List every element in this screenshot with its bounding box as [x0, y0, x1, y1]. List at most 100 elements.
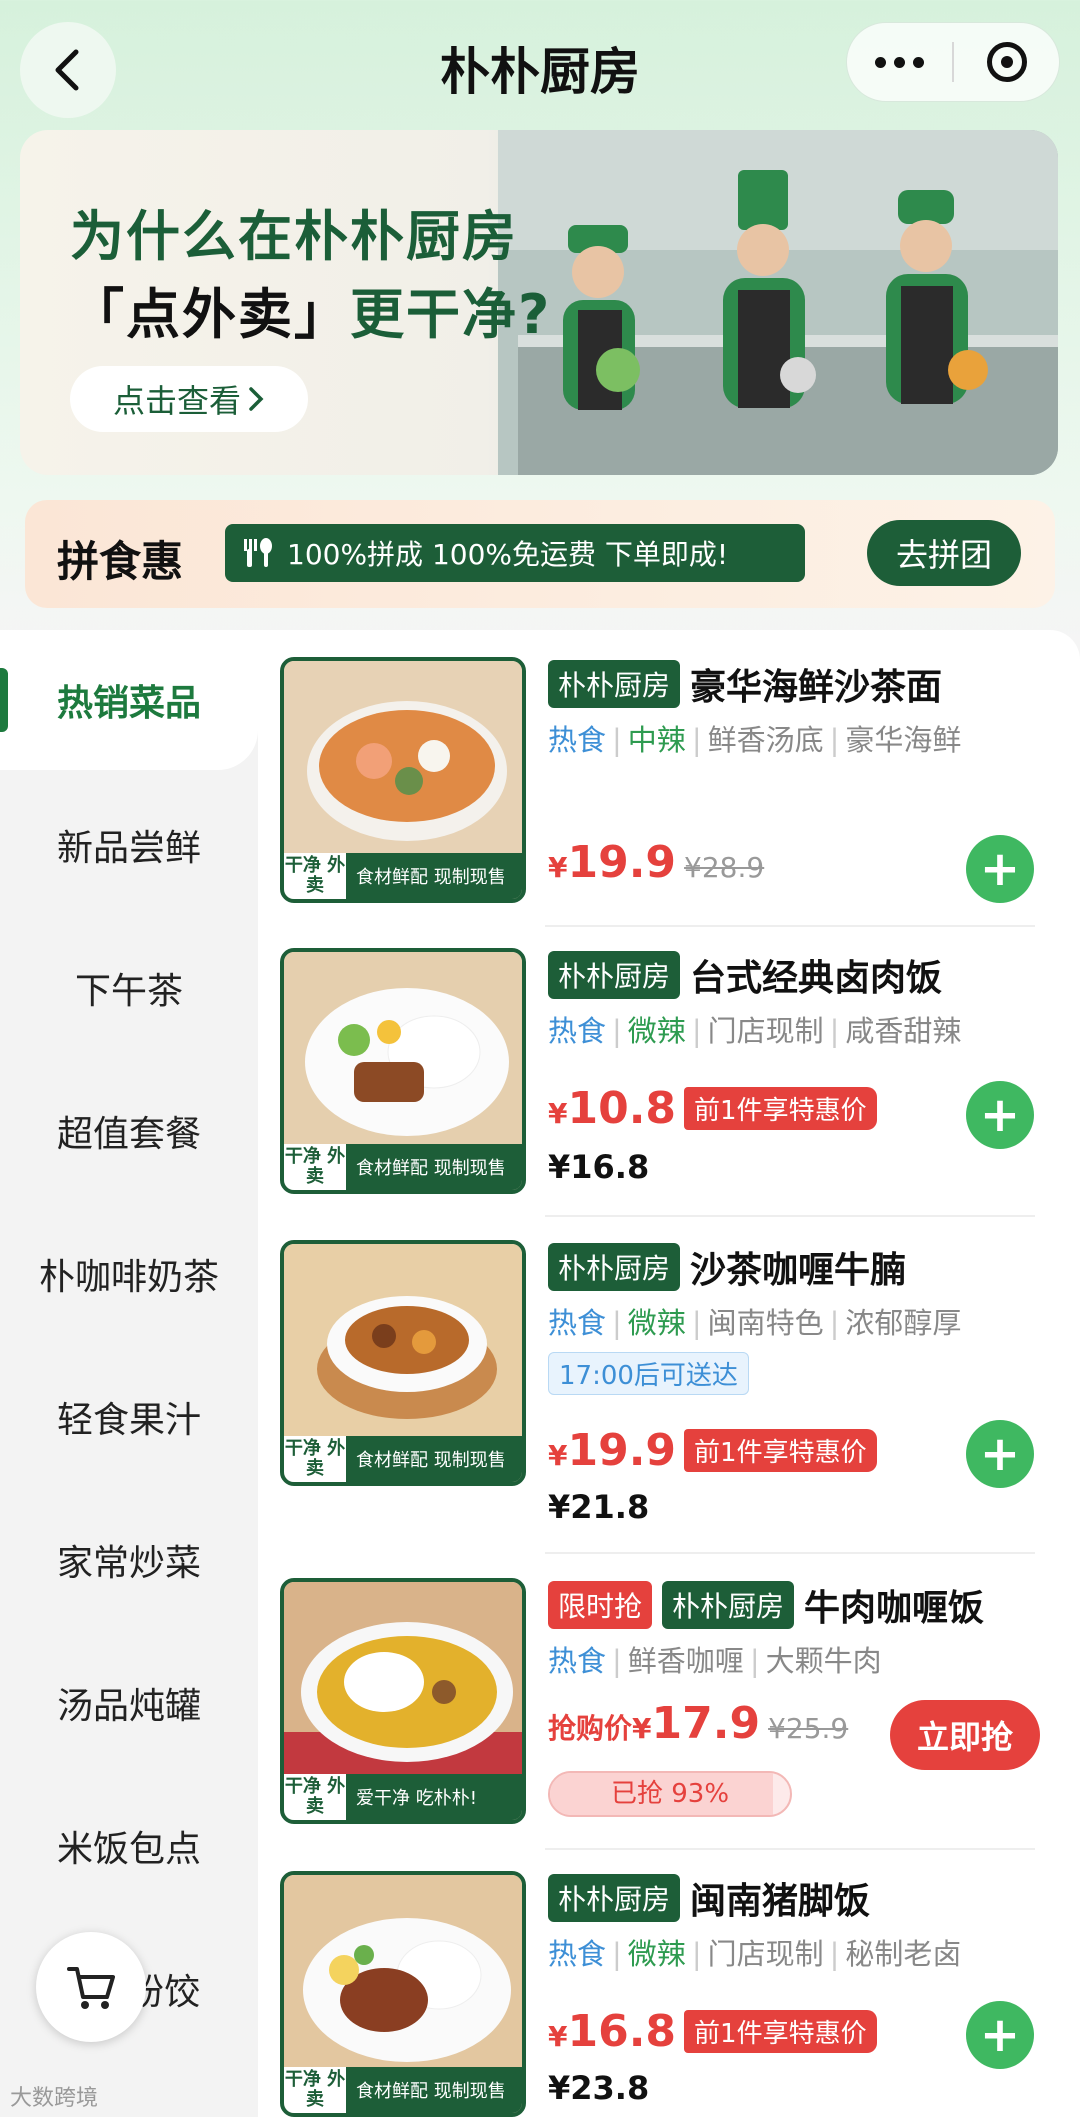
clean-badge: 干净 外卖 [284, 1436, 346, 1482]
tag-feature: 闽南特色 [707, 1306, 824, 1340]
original-price: ¥25.9 [768, 1712, 849, 1745]
deal-badge: 前1件享特惠价 [684, 1087, 877, 1130]
banner-headline: 为什么在朴朴厨房 [70, 205, 518, 268]
tag-spicy: 微辣 [627, 1014, 686, 1048]
tag-feature: 咸香甜辣 [845, 1014, 962, 1048]
tag-feature: 秘制老卤 [845, 1937, 962, 1971]
tag-feature: 鲜香咖喱 [627, 1644, 744, 1678]
brand-tag: 朴朴厨房 [548, 1874, 681, 1922]
promo-title: 拼食惠 [57, 537, 184, 586]
add-to-cart-button[interactable]: + [966, 1081, 1034, 1149]
product-card[interactable]: 干净 外卖 爱干净 吃朴朴! 限时抢 朴朴厨房 牛肉咖喱饭 热食 | 鲜香咖喱 | 大颗牛肉 … [280, 1578, 1040, 1838]
sidebar-item-combo[interactable]: 超值套餐 [0, 1061, 258, 1201]
clean-badge: 干净 外卖 [284, 853, 346, 899]
sidebar-item-label: 家常炒菜 [56, 1543, 201, 1584]
add-to-cart-button[interactable]: + [966, 1420, 1034, 1488]
buy-now-button[interactable]: 立即抢 [890, 1700, 1040, 1770]
cart-icon [67, 1967, 115, 2009]
banner-highlight: 「点外卖」 [70, 283, 350, 346]
sidebar-item-label: 朴咖啡奶茶 [38, 1257, 219, 1298]
chevron-right-icon [249, 387, 264, 411]
banner-subheadline: 「点外卖」更干净? [70, 270, 551, 349]
tag-feature: 大颗牛肉 [765, 1644, 882, 1678]
dish-name: 沙茶咖喱牛腩 [690, 1250, 907, 1291]
image-caption: 食材鲜配 现制现售 [356, 1158, 506, 1179]
product-card[interactable]: 干净 外卖 食材鲜配 现制现售 朴朴厨房 沙茶咖喱牛腩 热食 | 微辣 | 闽南特色 | 浓郁醇… [280, 1240, 1040, 1526]
product-card[interactable]: 干净 外卖 食材鲜配 现制现售 朴朴厨房 台式经典卤肉饭 热食 | 微辣 | 门店现制 | 咸香… [280, 948, 1040, 1208]
sold-progress: 已抢 93% [548, 1771, 792, 1817]
dish-tags: 热食 | 微辣 | 闽南特色 | 浓郁醇厚 [548, 1306, 962, 1340]
sidebar-item-label: 新品尝鲜 [56, 828, 201, 869]
sale-price: ¥16.8 [548, 2006, 677, 2057]
tag-feature: 鲜香汤底 [707, 723, 824, 757]
product-image: 干净 外卖 食材鲜配 现制现售 [280, 1240, 526, 1486]
plus-icon: + [979, 1426, 1021, 1482]
cart-button[interactable] [36, 1932, 146, 2042]
sale-price: ¥19.9 [548, 837, 677, 888]
product-card[interactable]: 干净 外卖 食材鲜配 现制现售 朴朴厨房 豪华海鲜沙茶面 热食 | 中辣 | 鲜香汤底 | 豪华… [280, 657, 1040, 917]
tag-spicy: 微辣 [627, 1937, 686, 1971]
more-button[interactable] [847, 23, 952, 101]
sidebar-item-label: 热销菜品 [56, 683, 201, 724]
image-caption: 食材鲜配 现制现售 [356, 1450, 506, 1471]
tag-feature: 门店现制 [707, 1014, 824, 1048]
dish-name: 牛肉咖喱饭 [804, 1588, 985, 1629]
kitchen-chefs-image [498, 130, 1058, 475]
product-image: 干净 外卖 食材鲜配 现制现售 [280, 948, 526, 1194]
tag-feature: 门店现制 [707, 1937, 824, 1971]
plus-icon: + [979, 1087, 1021, 1143]
sidebar-item-light[interactable]: 轻食果汁 [0, 1347, 258, 1487]
more-icon [875, 56, 924, 68]
sidebar-item-stirfry[interactable]: 家常炒菜 [0, 1490, 258, 1630]
flash-price: 抢购价¥17.9 [548, 1698, 761, 1749]
image-caption: 食材鲜配 现制现售 [356, 867, 506, 888]
dish-name: 台式经典卤肉饭 [690, 958, 943, 999]
sidebar-item-label: 米饭包点 [56, 1829, 201, 1870]
dish-tags: 热食 | 微辣 | 门店现制 | 秘制老卤 [548, 1937, 962, 1971]
sidebar-item-coffee[interactable]: 朴咖啡奶茶 [0, 1204, 258, 1344]
deal-badge: 前1件享特惠价 [684, 1429, 877, 1472]
product-card[interactable]: 干净 外卖 食材鲜配 现制现售 朴朴厨房 闽南猪脚饭 热食 | 微辣 | 门店现制 | 秘制老卤… [280, 1871, 1040, 2117]
clean-badge: 干净 外卖 [284, 2067, 346, 2113]
clean-badge: 干净 外卖 [284, 1144, 346, 1190]
image-caption: 爱干净 吃朴朴! [356, 1788, 477, 1809]
tag-hot: 热食 [548, 723, 607, 757]
dish-name: 豪华海鲜沙茶面 [690, 667, 943, 708]
sidebar-item-tea[interactable]: 下午茶 [0, 918, 258, 1058]
hero-banner[interactable]: 为什么在朴朴厨房 「点外卖」更干净? 点击查看 [20, 130, 1058, 475]
tag-feature: 浓郁醇厚 [845, 1306, 962, 1340]
regular-price: ¥23.8 [548, 2069, 650, 2107]
plus-icon: + [979, 841, 1021, 897]
tag-hot: 热食 [548, 1014, 607, 1048]
dish-tags: 热食 | 鲜香咖喱 | 大颗牛肉 [548, 1644, 882, 1678]
join-group-button[interactable]: 去拼团 [867, 520, 1021, 586]
banner-highlight-rest: 更干净? [350, 283, 552, 346]
dish-name: 闽南猪脚饭 [690, 1881, 871, 1922]
flash-sale-tag: 限时抢 [548, 1581, 653, 1629]
sidebar-item-label: 超值套餐 [56, 1114, 201, 1155]
category-sidebar: 热销菜品 新品尝鲜 下午茶 超值套餐 朴咖啡奶茶 轻食果汁 家常炒菜 汤品炖罐 … [0, 630, 258, 2117]
banner-view-button[interactable]: 点击查看 [70, 366, 308, 432]
add-to-cart-button[interactable]: + [966, 835, 1034, 903]
dish-tags: 热食 | 中辣 | 鲜香汤底 | 豪华海鲜 [548, 723, 962, 757]
mini-program-capsule [846, 22, 1060, 102]
original-price: ¥28.9 [684, 851, 765, 884]
sidebar-item-label: 汤品炖罐 [56, 1686, 201, 1727]
brand-tag: 朴朴厨房 [548, 660, 681, 708]
tag-feature: 豪华海鲜 [845, 723, 962, 757]
sidebar-item-new[interactable]: 新品尝鲜 [0, 775, 258, 915]
promo-tag-text: 100%拼成 100%免运费 下单即成! [287, 538, 729, 571]
group-buy-promo: 拼食惠 100%拼成 100%免运费 下单即成! 去拼团 [25, 500, 1055, 608]
watermark: 大数跨境 [10, 2086, 99, 2111]
dish-tags: 热食 | 微辣 | 门店现制 | 咸香甜辣 [548, 1014, 962, 1048]
close-button[interactable] [954, 23, 1059, 101]
sidebar-item-hot[interactable]: 热销菜品 [0, 630, 258, 770]
delivery-time-badge: 17:00后可送达 [548, 1352, 749, 1395]
plus-icon: + [979, 2007, 1021, 2063]
tag-hot: 热食 [548, 1306, 607, 1340]
sidebar-item-rice[interactable]: 米饭包点 [0, 1776, 258, 1916]
sale-price: ¥10.8 [548, 1083, 677, 1134]
target-icon [986, 42, 1027, 82]
sidebar-item-soup[interactable]: 汤品炖罐 [0, 1633, 258, 1773]
add-to-cart-button[interactable]: + [966, 2001, 1034, 2069]
